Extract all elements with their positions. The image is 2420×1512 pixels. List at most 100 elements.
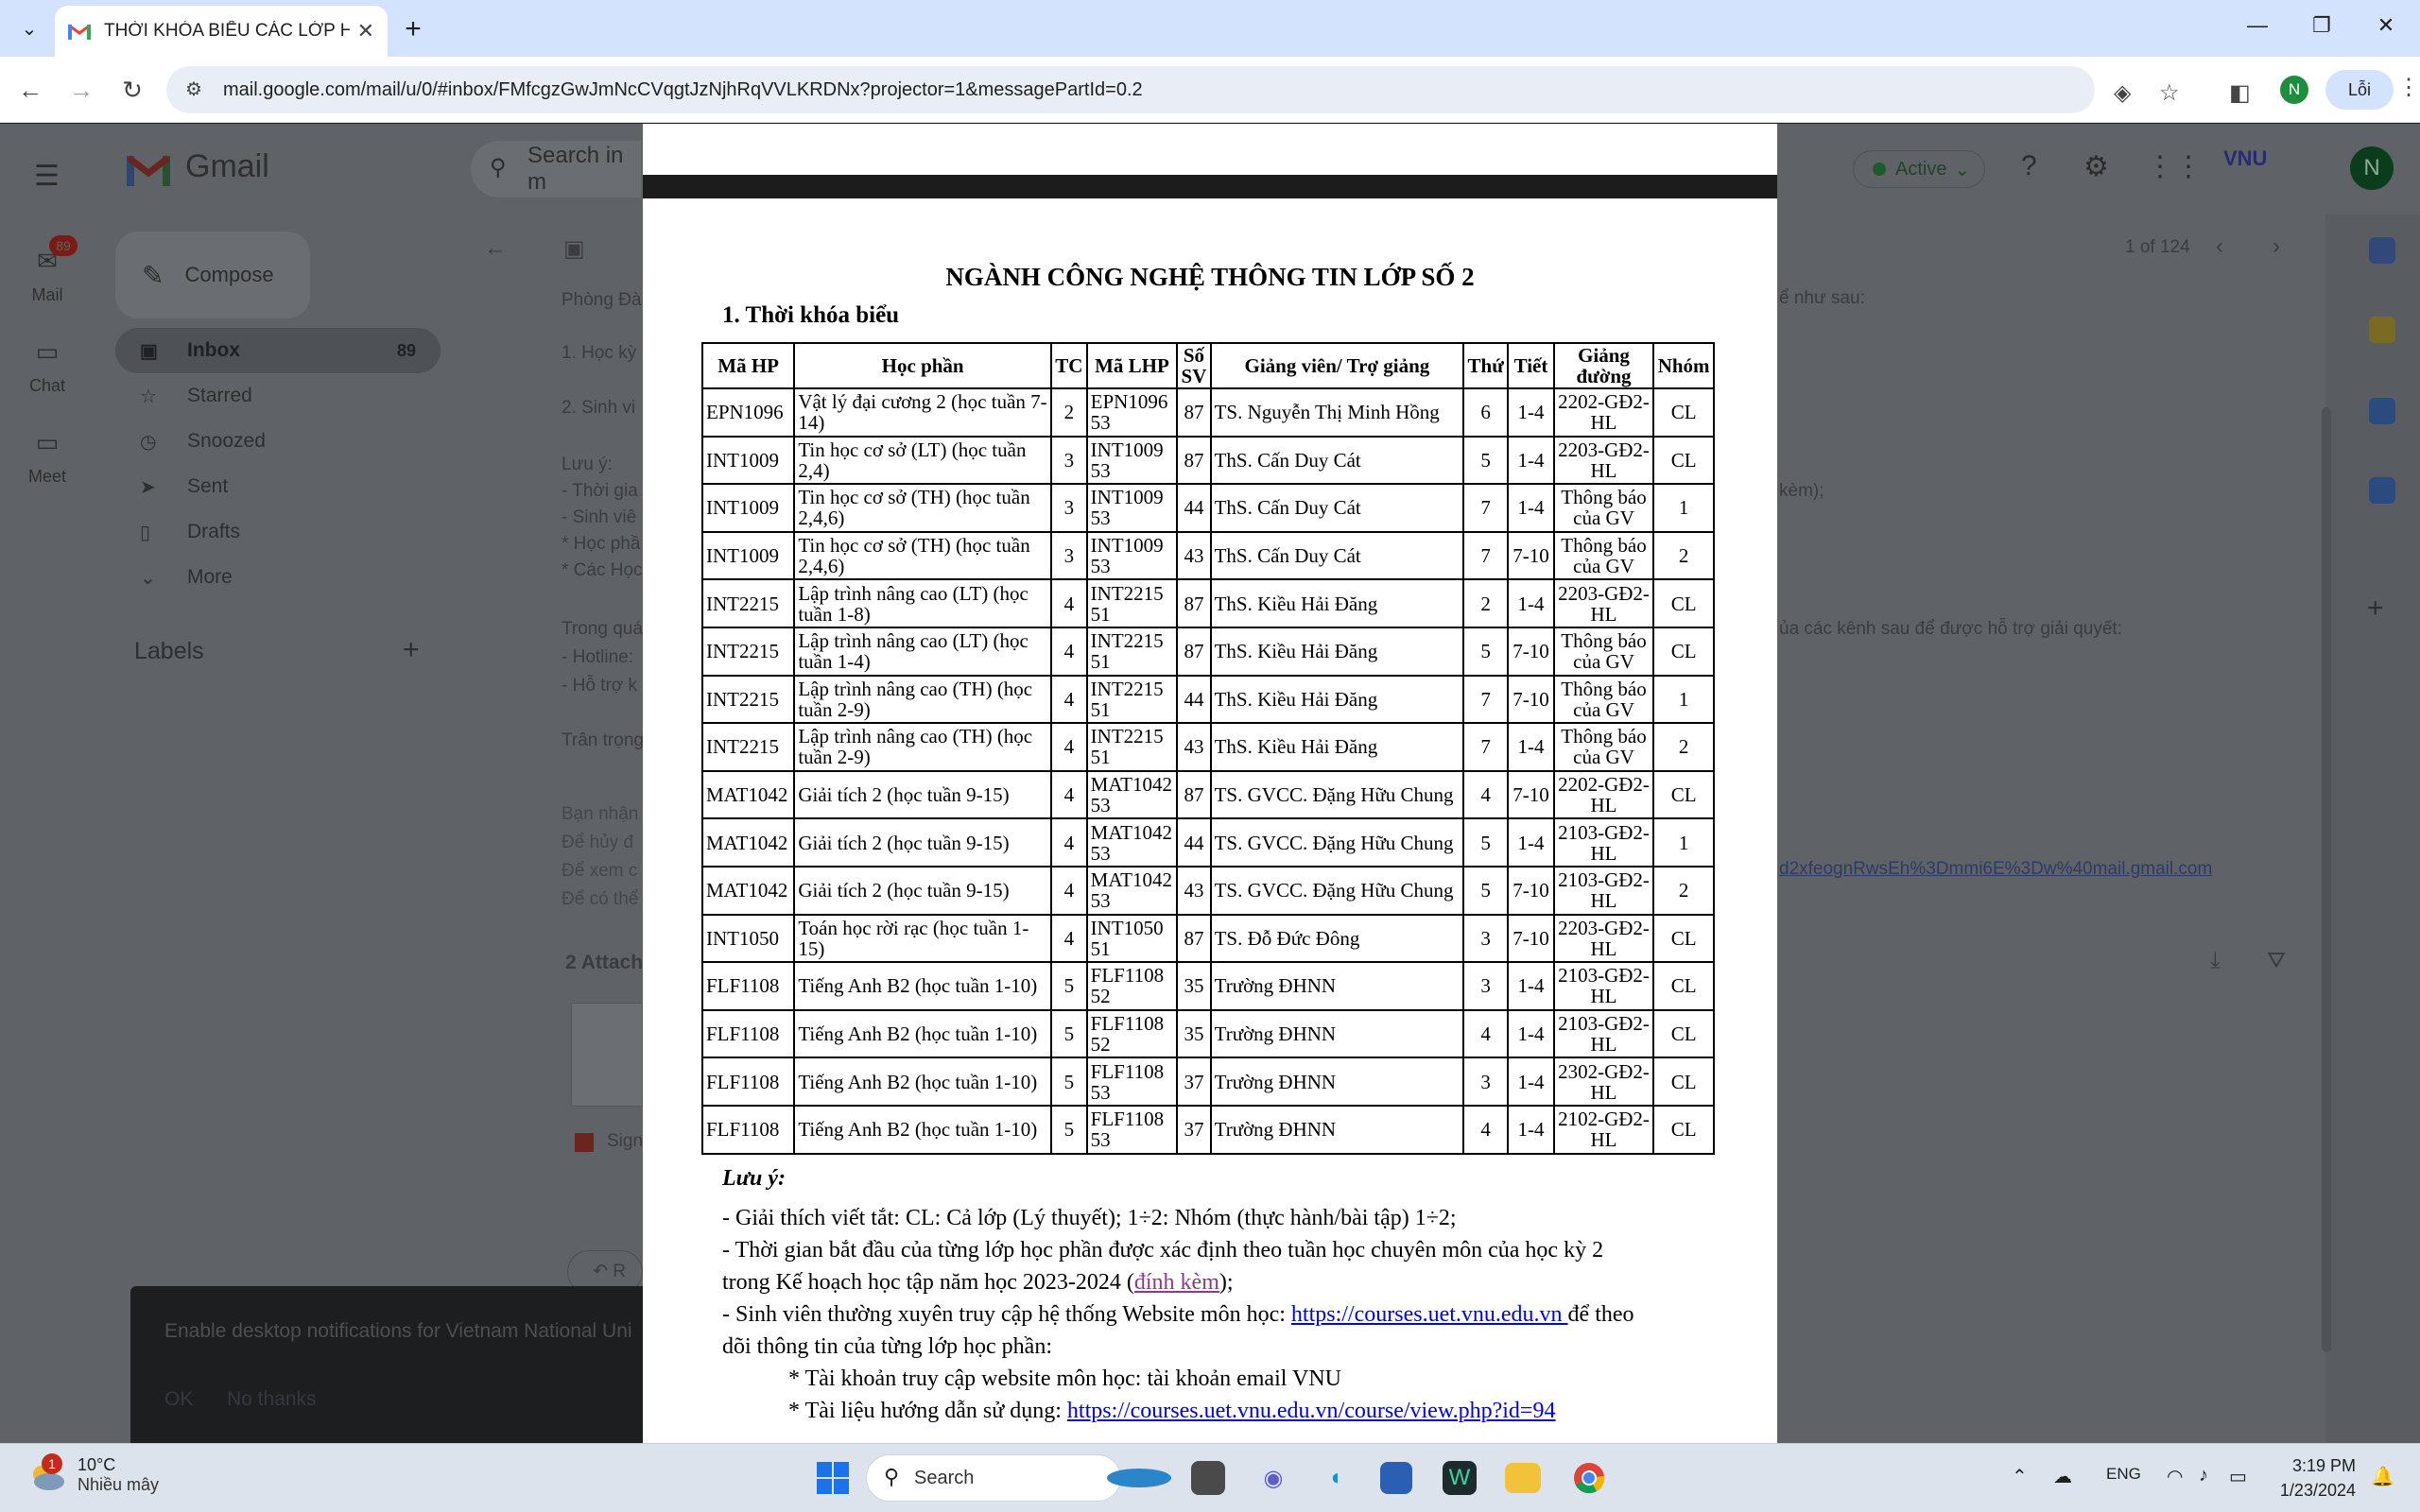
gmail-logo-icon[interactable]	[126, 152, 171, 186]
scrollbar[interactable]	[2322, 407, 2331, 1352]
table-cell: 87	[1176, 435, 1212, 486]
contacts-icon[interactable]	[2369, 477, 2395, 504]
side-panel-icon[interactable]: ◧	[2229, 79, 2251, 107]
help-icon[interactable]: ?	[2021, 150, 2037, 182]
table-cell: Toán học rời rạc (học tuần 1-15)	[793, 913, 1052, 964]
table-cell: Giải tích 2 (học tuần 9-15)	[793, 769, 1052, 820]
table-cell: ThS. Cấn Duy Cát	[1209, 435, 1465, 486]
wifi-icon[interactable]: ◠	[2167, 1465, 2183, 1488]
tasks-icon[interactable]	[2369, 398, 2395, 424]
mail-search-input[interactable]: ⚲ Search in m	[471, 141, 641, 198]
nav-inbox[interactable]: ▣ Inbox 89	[115, 328, 441, 373]
taskbar-search[interactable]: ⚲ Search	[866, 1454, 1121, 1502]
nav-sent[interactable]: ➤ Sent	[115, 464, 441, 509]
reload-icon[interactable]: ↻	[117, 76, 147, 105]
table-cell: FLF1108 53	[1085, 1057, 1179, 1107]
teams-icon[interactable]: ◉	[1253, 1458, 1293, 1498]
table-cell: INT2215	[700, 578, 796, 628]
rail-chat[interactable]: ▭ Chat	[19, 337, 76, 396]
table-cell: CL	[1652, 578, 1715, 628]
store-icon[interactable]	[1380, 1462, 1412, 1494]
status-button[interactable]: Active ⌄	[1853, 150, 1985, 188]
main-menu-icon[interactable]: ☰	[34, 160, 60, 193]
archive-icon[interactable]: ▣	[563, 235, 585, 263]
toast-ok-button[interactable]: OK	[164, 1388, 193, 1411]
column-header: TC	[1049, 342, 1088, 389]
close-tab-icon[interactable]: ✕	[357, 19, 374, 43]
windows-start-icon[interactable]	[813, 1458, 853, 1498]
bookmark-star-icon[interactable]: ☆	[2159, 79, 2180, 107]
edge-icon[interactable]: ◐	[1318, 1458, 1357, 1498]
attachment-thumbnail[interactable]	[571, 1003, 643, 1107]
table-row: FLF1108 Tiếng Anh B2 (học tuần 1-10) 5 FLF1…	[700, 1057, 1715, 1107]
address-bar[interactable]: ⚙ mail.google.com/mail/u/0/#inbox/FMfcgz…	[166, 66, 2095, 113]
table-cell: 1-4	[1507, 435, 1555, 486]
settings-gear-icon[interactable]: ⚙	[2083, 150, 2109, 183]
prev-icon[interactable]: ‹	[2216, 233, 2223, 260]
nav-drafts[interactable]: ▯ Drafts	[115, 509, 441, 555]
table-cell: 1-4	[1507, 961, 1555, 1011]
add-to-drive-icon[interactable]: ⛛	[2267, 948, 2286, 974]
add-label-icon[interactable]: +	[403, 634, 420, 666]
lens-icon[interactable]: ◈	[2114, 79, 2131, 107]
site-info-icon[interactable]: ⚙	[185, 77, 202, 101]
back-icon[interactable]: ←	[15, 76, 45, 105]
search-highlight-icon[interactable]	[1104, 1458, 1174, 1498]
language-indicator[interactable]: ENG	[2106, 1465, 2141, 1484]
back-to-inbox-icon[interactable]: ←	[484, 235, 507, 262]
minimize-icon[interactable]: —	[2238, 13, 2276, 38]
forward-icon[interactable]: →	[66, 76, 96, 105]
body-line: - Thời gia	[562, 481, 638, 501]
status-label: Active	[1895, 158, 1947, 180]
column-header: Nhóm	[1652, 342, 1715, 389]
table-cell: Lập trình nâng cao (TH) (học tuần 2-9)	[793, 722, 1052, 772]
battery-icon[interactable]: ▭	[2229, 1465, 2247, 1488]
next-icon[interactable]: ›	[2273, 233, 2280, 260]
chrome-icon[interactable]	[1569, 1458, 1609, 1498]
compose-button[interactable]: ✎ Compose	[115, 232, 310, 318]
restore-icon[interactable]: ❐	[2303, 13, 2341, 38]
keep-icon[interactable]	[2369, 317, 2395, 343]
tab-search-button[interactable]: ⌄	[13, 13, 45, 43]
task-view-icon[interactable]	[1191, 1461, 1225, 1495]
weather-desc: Nhiều mây	[78, 1475, 160, 1494]
table-cell: 43	[1176, 530, 1212, 581]
tab-active[interactable]: THỜI KHÓA BIỂU CÁC LỚP HỌC ✕	[55, 6, 388, 57]
app-icon[interactable]: W	[1443, 1461, 1477, 1495]
rail-meet[interactable]: ▭ Meet	[19, 428, 76, 487]
show-hidden-icons[interactable]: ⌃	[2012, 1465, 2028, 1488]
footer-link[interactable]: d2xfeognRwsEh%3Dmmi6E%3Dw%40mail.gmail.c…	[1779, 859, 2212, 880]
table-cell: FLF1108	[700, 1057, 796, 1107]
toast-no-thanks-button[interactable]: No thanks	[227, 1388, 317, 1411]
guide-link[interactable]: https://courses.uet.vnu.edu.vn/course/vi…	[1067, 1399, 1556, 1423]
onedrive-icon[interactable]: ☁	[2053, 1465, 2072, 1488]
add-addon-icon[interactable]: +	[2367, 593, 2384, 625]
notification-bell-icon[interactable]: 🔔	[2371, 1465, 2394, 1488]
account-avatar[interactable]: N	[2350, 146, 2394, 190]
table-cell: MAT1042 53	[1085, 769, 1179, 820]
volume-icon[interactable]: ♪	[2199, 1465, 2208, 1486]
table-cell: 2302-GĐ2-HL	[1552, 1057, 1655, 1107]
note-line: - Giải thích viết tắt: CL: Cả lớp (Lý th…	[722, 1206, 1457, 1230]
nav-starred[interactable]: ☆ Starred	[115, 373, 441, 419]
nav-more[interactable]: ⌄ More	[115, 555, 441, 600]
download-all-icon[interactable]: ⤓	[2210, 948, 2221, 974]
footer-line: Để xem c	[562, 861, 638, 881]
close-window-icon[interactable]: ✕	[2367, 13, 2405, 38]
courses-link[interactable]: https://courses.uet.vnu.edu.vn	[1291, 1302, 1568, 1327]
new-tab-button[interactable]: +	[397, 13, 429, 45]
file-explorer-icon[interactable]	[1505, 1463, 1541, 1493]
table-row: EPN1096 Vật lý đại cương 2 (học tuần 7-14…	[700, 387, 1715, 438]
clock[interactable]: 3:19 PM 1/23/2024	[2269, 1453, 2356, 1503]
table-cell: 87	[1176, 769, 1212, 820]
table-cell: Thông báo của GV	[1552, 722, 1655, 772]
rail-chat-label: Chat	[28, 376, 66, 395]
apps-grid-icon[interactable]: ⋮⋮	[2146, 150, 2203, 183]
nav-snoozed[interactable]: ◷ Snoozed	[115, 419, 441, 464]
table-cell: INT1009 53	[1085, 483, 1179, 533]
profile-avatar[interactable]: N	[2280, 76, 2308, 104]
calendar-icon[interactable]	[2369, 237, 2395, 264]
attachment-link[interactable]: đính kèm	[1134, 1270, 1219, 1295]
profile-error-button[interactable]: Lỗi	[2325, 70, 2394, 110]
browser-menu-icon[interactable]: ⋮	[2397, 74, 2420, 101]
